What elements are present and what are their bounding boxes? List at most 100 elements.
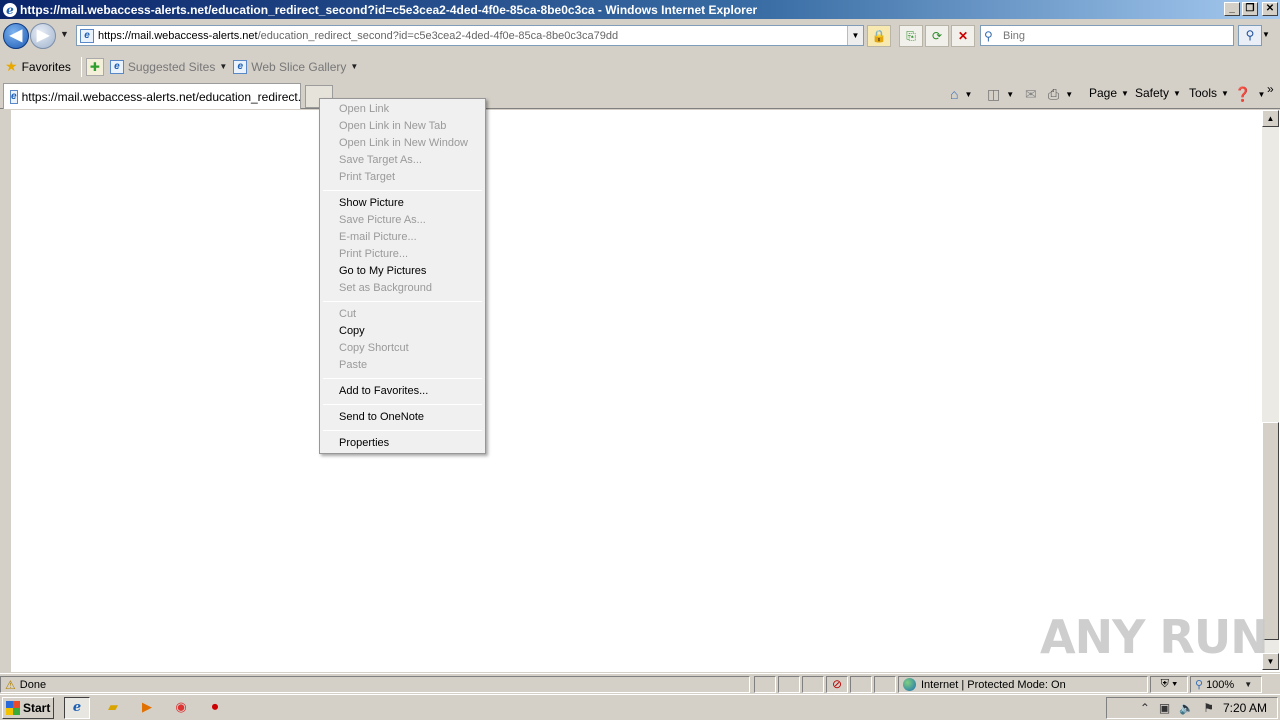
chevron-down-icon: ▼ xyxy=(1173,88,1181,98)
menu-item-set-as-background: Set as Background xyxy=(339,282,432,294)
refresh-icon[interactable]: ⟳ xyxy=(925,25,949,47)
home-icon: ⌂ xyxy=(950,86,959,102)
tab-row: e https://mail.webaccess-alerts.net/educ… xyxy=(0,80,1280,109)
help-button[interactable]: ❓ ▼ xyxy=(1234,86,1265,103)
address-bar[interactable]: e https://mail.webaccess-alerts.net/educ… xyxy=(76,25,864,46)
status-text-pane: ⚠ Done xyxy=(0,676,750,693)
lock-icon[interactable]: 🔒 xyxy=(867,25,891,47)
zone-text: Internet | Protected Mode: On xyxy=(921,678,1066,691)
url-host: https://mail.webaccess-alerts.net xyxy=(98,29,258,42)
chevron-down-icon: ▼ xyxy=(1006,90,1015,99)
menu-item-e-mail-picture: E-mail Picture... xyxy=(339,231,417,243)
shield-icon: ⛨ ▾ xyxy=(1160,678,1178,690)
compatibility-view-icon[interactable]: ⎘ xyxy=(899,25,923,47)
taskbar-explorer-folder-icon[interactable]: ▰ xyxy=(100,697,126,719)
action-center-flag-icon[interactable]: ⚑ xyxy=(1203,701,1214,715)
menu-item-properties[interactable]: Properties xyxy=(322,435,483,452)
navigation-toolbar: ◀ ▶ ▼ e https://mail.webaccess-alerts.ne… xyxy=(0,20,1280,52)
help-icon: ❓ xyxy=(1234,86,1252,102)
anyrun-watermark: ANY RUN xyxy=(1040,610,1269,664)
menu-item-print-target: Print Target xyxy=(339,171,396,183)
home-button[interactable]: ⌂ ▼ xyxy=(950,86,972,102)
tab-current[interactable]: e https://mail.webaccess-alerts.net/educ… xyxy=(3,83,301,109)
suggested-sites-label: Suggested Sites xyxy=(127,59,216,74)
menu-item-go-to-my-pictures[interactable]: Go to My Pictures xyxy=(322,263,483,280)
back-button[interactable]: ◀ xyxy=(3,23,29,49)
ie-page-icon: e xyxy=(233,59,248,74)
menu-item-paste: Paste xyxy=(339,359,368,371)
read-mail-button[interactable]: ✉ xyxy=(1025,86,1039,103)
print-button[interactable]: ⎙ ▼ xyxy=(1048,86,1073,103)
chevron-down-icon: ▼ xyxy=(219,62,228,71)
status-text: Done xyxy=(19,678,47,691)
system-tray: ⌃ ▣ 🔈 ⚑ 7:20 AM xyxy=(1106,697,1278,719)
zoom-button[interactable]: ⚲ 100% ▼ xyxy=(1190,676,1262,693)
status-pane xyxy=(850,676,872,693)
taskbar-antivirus-icon[interactable]: ⏺ xyxy=(202,697,228,719)
recent-pages-dropdown-icon[interactable]: ▼ xyxy=(60,29,69,39)
zoom-level: 100% xyxy=(1206,678,1235,691)
scroll-thumb[interactable] xyxy=(1262,422,1279,640)
show-hidden-icons-icon[interactable]: ⌃ xyxy=(1140,701,1150,715)
mail-icon: ✉ xyxy=(1025,86,1037,102)
safety-menu[interactable]: Safety ▼ xyxy=(1135,86,1181,100)
menu-item-copy[interactable]: Copy xyxy=(322,323,483,340)
taskbar-chrome-icon[interactable]: ◉ xyxy=(168,697,194,719)
chevron-down-icon: ▼ xyxy=(964,89,973,99)
status-pane xyxy=(802,676,824,693)
page-icon: e xyxy=(80,28,94,43)
web-slice-gallery-link[interactable]: e Web Slice Gallery ▼ xyxy=(233,59,359,74)
stop-icon[interactable]: ✕ xyxy=(951,25,975,47)
add-to-favorites-bar-icon[interactable]: ✚ xyxy=(85,57,104,76)
feeds-button[interactable]: ◫ ▼ xyxy=(987,86,1014,103)
close-button[interactable]: ✕ xyxy=(1262,2,1278,16)
volume-icon[interactable]: 🔈 xyxy=(1179,701,1194,715)
security-zone-pane[interactable]: Internet | Protected Mode: On xyxy=(898,676,1148,693)
taskbar-ie-icon[interactable]: e xyxy=(64,697,90,719)
address-dropdown-icon[interactable]: ▼ xyxy=(847,26,863,45)
rss-feed-icon: ◫ xyxy=(987,86,1001,102)
forward-button[interactable]: ▶ xyxy=(30,23,56,49)
favorites-button[interactable]: ★ Favorites xyxy=(0,58,71,75)
internet-globe-icon xyxy=(903,678,916,691)
clock[interactable]: 7:20 AM xyxy=(1223,701,1267,715)
more-commands-button[interactable]: » xyxy=(1267,82,1274,96)
search-input[interactable]: ⚲ Bing xyxy=(980,25,1234,46)
window-title-bar[interactable]: e https://mail.webaccess-alerts.net/educ… xyxy=(0,0,1280,19)
network-icon[interactable]: ▣ xyxy=(1159,701,1170,715)
minimize-button[interactable]: _ xyxy=(1224,2,1240,16)
menu-item-cut: Cut xyxy=(339,308,357,320)
chevron-double-right-icon: » xyxy=(1267,82,1274,96)
suggested-sites-link[interactable]: e Suggested Sites ▼ xyxy=(109,59,228,74)
tools-menu[interactable]: Tools ▼ xyxy=(1189,86,1229,100)
url-path: /education_redirect_second?id=c5e3cea2-4… xyxy=(257,29,619,42)
chevron-down-icon: ▼ xyxy=(1244,680,1253,689)
page-menu[interactable]: Page ▼ xyxy=(1089,86,1129,100)
search-options-dropdown-icon[interactable]: ▼ xyxy=(1262,30,1270,39)
menu-item-add-to-favorites[interactable]: Add to Favorites... xyxy=(322,383,483,400)
chevron-down-icon: ▼ xyxy=(1065,90,1074,99)
start-button[interactable]: Start xyxy=(2,697,54,719)
windows-logo-icon xyxy=(6,701,20,715)
restore-button[interactable]: ❐ xyxy=(1242,2,1258,16)
search-button[interactable]: ⚲ xyxy=(1238,25,1262,46)
page-content[interactable] xyxy=(0,110,1280,672)
ie-page-icon: e xyxy=(109,59,124,74)
chevron-down-icon: ▼ xyxy=(350,62,359,71)
tab-title: https://mail.webaccess-alerts.net/educat… xyxy=(21,89,301,104)
taskbar: Start e ▰ ▶ ◉ ⏺ ⌃ ▣ 🔈 ⚑ 7:20 AM xyxy=(0,694,1280,720)
star-icon: ★ xyxy=(5,58,18,74)
taskbar-media-player-icon[interactable]: ▶ xyxy=(134,697,160,719)
menu-item-send-to-onenote[interactable]: Send to OneNote xyxy=(322,409,483,426)
status-pane xyxy=(874,676,896,693)
status-bar: ⚠ Done ⊘ Internet | Protected Mode: On ⛨… xyxy=(0,673,1280,693)
menu-item-show-picture[interactable]: Show Picture xyxy=(322,195,483,212)
chevron-down-icon: ▼ xyxy=(1257,90,1266,99)
vertical-scrollbar[interactable]: ▲ ▼ xyxy=(1262,110,1279,670)
safety-menu-label: Safety xyxy=(1135,86,1170,100)
menu-separator xyxy=(323,301,482,302)
scroll-up-button[interactable]: ▲ xyxy=(1262,110,1279,127)
protected-mode-button[interactable]: ⛨ ▾ xyxy=(1150,676,1188,693)
status-pane xyxy=(778,676,800,693)
popup-blocked-icon[interactable]: ⊘ xyxy=(826,676,848,693)
